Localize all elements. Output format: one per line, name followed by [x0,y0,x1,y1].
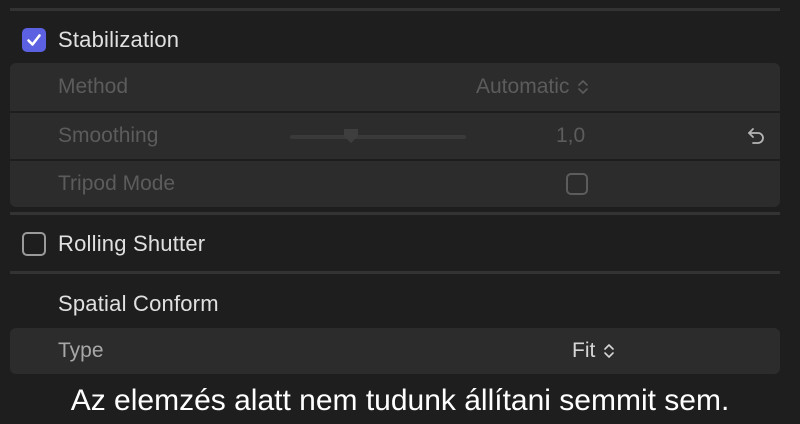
type-value: Fit [572,339,596,362]
smoothing-row: Smoothing 1,0 [10,111,780,159]
updown-chevron-icon [578,80,589,94]
smoothing-slider[interactable] [290,135,466,139]
tripod-mode-row: Tripod Mode [10,159,780,207]
method-popup[interactable]: Automatic [476,75,589,99]
reset-icon[interactable] [744,124,768,148]
rolling-shutter-label: Rolling Shutter [58,231,206,256]
method-row: Method Automatic [10,63,780,111]
rolling-shutter-checkbox[interactable] [22,232,46,256]
checkmark-icon [27,34,41,46]
spatial-conform-heading-row: Spatial Conform [0,284,800,324]
stabilization-label: Stabilization [58,27,180,52]
top-divider [10,8,780,11]
updown-chevron-icon [604,344,615,358]
smoothing-label: Smoothing [58,124,159,147]
method-value: Automatic [476,75,570,98]
lower-divider [10,271,780,274]
method-label: Method [58,75,129,98]
spatial-conform-heading: Spatial Conform [58,291,219,316]
tripod-mode-checkbox[interactable] [566,173,588,195]
smoothing-value[interactable]: 1,0 [556,124,585,148]
middle-divider [10,212,780,215]
stabilization-panel: Method Automatic Smoothing 1,0 Tripod Mo… [10,63,780,207]
slider-thumb-icon[interactable] [342,127,360,145]
type-row: Type Fit [10,328,780,374]
type-label: Type [58,339,104,362]
stabilization-checkbox[interactable] [22,28,46,52]
type-popup[interactable]: Fit [572,339,615,363]
tripod-mode-label: Tripod Mode [58,172,176,195]
stabilization-row[interactable]: Stabilization [0,20,800,60]
spatial-conform-panel: Type Fit [10,328,780,374]
caption: Az elemzés alatt nem tudunk állítani sem… [70,384,730,417]
rolling-shutter-row[interactable]: Rolling Shutter [0,224,800,264]
